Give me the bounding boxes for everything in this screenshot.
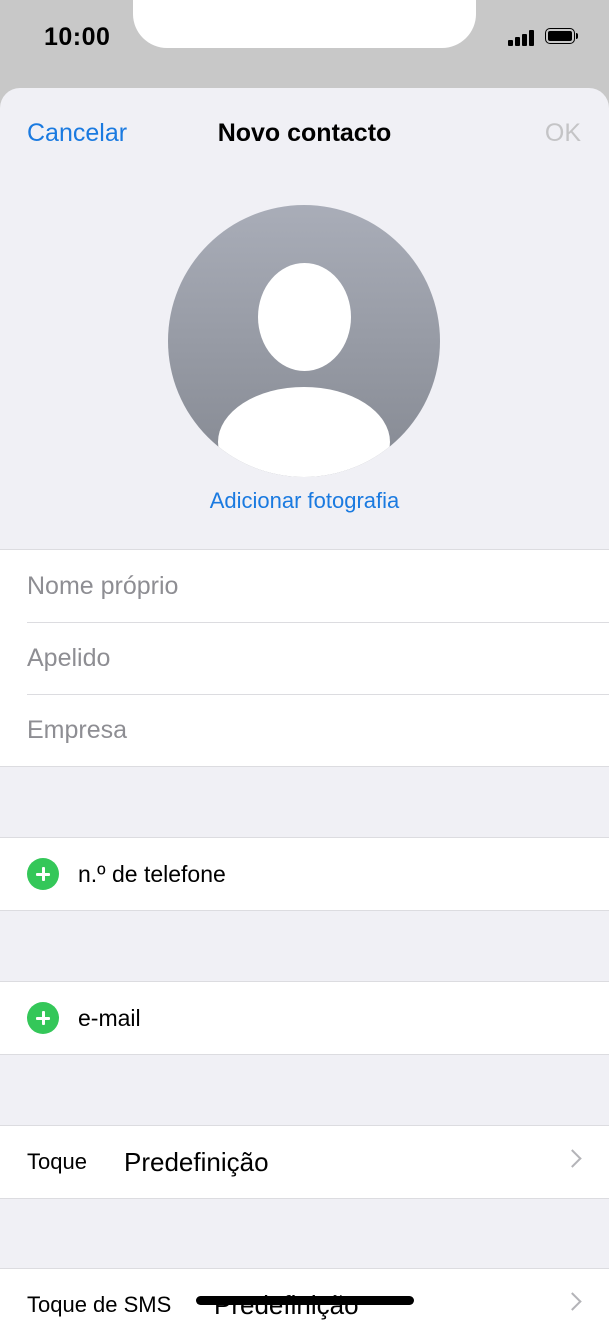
ringtone-group: Toque Predefinição xyxy=(0,1125,609,1199)
person-body-icon xyxy=(218,387,390,477)
sms-tone-group: Toque de SMS Predefinição xyxy=(0,1268,609,1320)
contact-avatar[interactable] xyxy=(168,205,440,477)
status-bar: 10:00 xyxy=(0,0,609,88)
first-name-row: Nome próprio xyxy=(0,550,609,622)
add-green-icon[interactable] xyxy=(27,1002,59,1034)
page-title: Novo contacto xyxy=(217,119,392,147)
add-green-icon[interactable] xyxy=(27,858,59,890)
company-row: Empresa xyxy=(0,694,609,766)
sms-tone-value: Predefinição xyxy=(214,1290,359,1320)
phone-group: n.º de telefone xyxy=(0,837,609,911)
chevron-right-icon xyxy=(563,1292,582,1311)
add-photo-button[interactable]: Adicionar fotografia xyxy=(0,488,609,514)
new-contact-sheet: Cancelar Novo contacto OK Adicionar foto… xyxy=(0,88,609,1320)
last-name-input[interactable]: Apelido xyxy=(27,622,110,694)
signal-icon xyxy=(508,30,536,46)
ringtone-value: Predefinição xyxy=(124,1147,269,1177)
chevron-right-icon xyxy=(563,1149,582,1168)
ringtone-label: Toque xyxy=(27,1149,87,1174)
battery-icon xyxy=(545,28,579,46)
ok-button[interactable]: OK xyxy=(545,119,581,148)
add-phone-label[interactable]: n.º de telefone xyxy=(78,838,226,910)
sms-tone-row[interactable]: Toque de SMS Predefinição xyxy=(0,1269,609,1320)
add-phone-row[interactable]: n.º de telefone xyxy=(0,838,609,910)
notch xyxy=(133,0,476,48)
add-email-label[interactable]: e-mail xyxy=(78,982,141,1054)
nav-bar: Cancelar Novo contacto OK xyxy=(0,88,609,178)
status-time: 10:00 xyxy=(44,23,111,51)
last-name-row: Apelido xyxy=(0,622,609,694)
add-email-row[interactable]: e-mail xyxy=(0,982,609,1054)
first-name-input[interactable]: Nome próprio xyxy=(27,550,178,622)
name-fields-group: Nome próprio Apelido Empresa xyxy=(0,549,609,767)
ringtone-row[interactable]: Toque Predefinição xyxy=(0,1126,609,1198)
home-indicator[interactable] xyxy=(196,1296,414,1305)
company-input[interactable]: Empresa xyxy=(27,694,127,766)
person-head-icon xyxy=(258,263,351,371)
sms-tone-label: Toque de SMS xyxy=(27,1292,172,1317)
email-group: e-mail xyxy=(0,981,609,1055)
